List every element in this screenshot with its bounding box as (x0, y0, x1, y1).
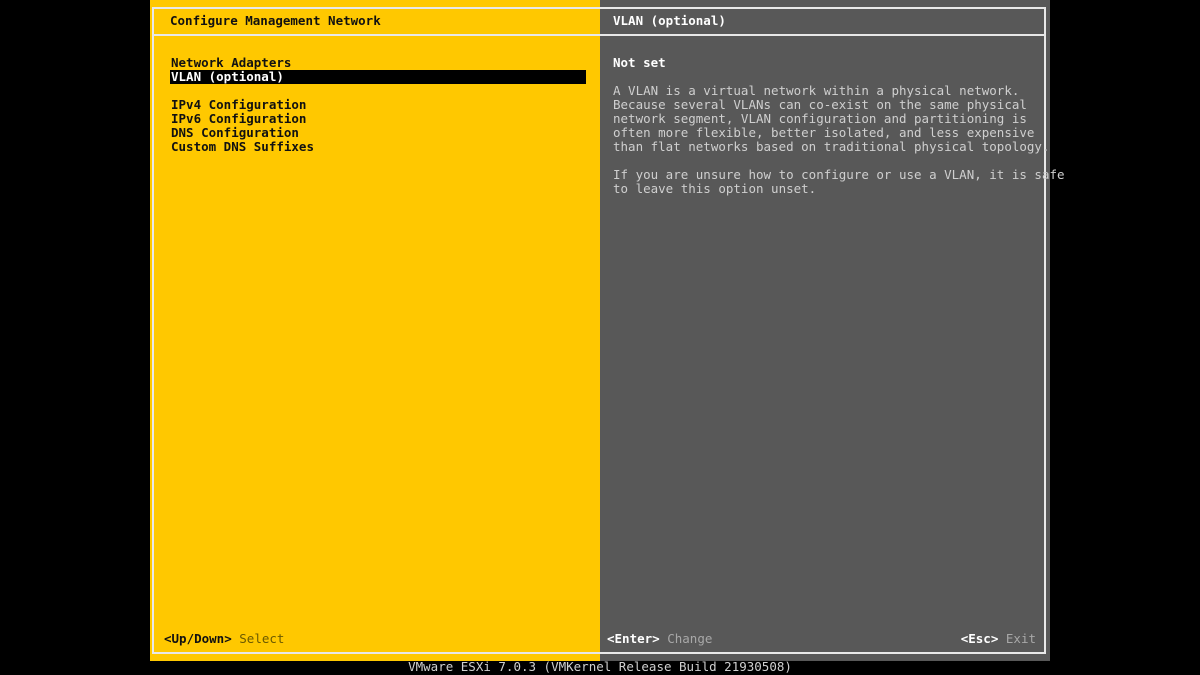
menu-item-dns-configuration[interactable]: DNS Configuration (170, 126, 586, 140)
footer-exit-hint[interactable]: <Esc> Exit (961, 632, 1036, 646)
vlan-description: A VLAN is a virtual network within a phy… (613, 83, 1065, 210)
menu-item-network-adapters[interactable]: Network Adapters (170, 56, 586, 70)
config-menu: Network Adapters VLAN (optional) IPv4 Co… (170, 56, 586, 154)
menu-spacer (170, 84, 586, 98)
page-title: Configure Management Network (170, 13, 381, 28)
dcui-screen: Configure Management Network VLAN (optio… (150, 0, 1065, 661)
detail-title: VLAN (optional) (613, 13, 726, 28)
description-paragraph: If you are unsure how to configure or us… (613, 167, 1065, 196)
footer-select-hint: <Up/Down> Select (164, 632, 284, 646)
footer-action: Exit (1005, 631, 1036, 646)
footer-change-hint[interactable]: <Enter> Change (607, 632, 712, 646)
version-status-bar: VMware ESXi 7.0.3 (VMKernel Release Buil… (408, 659, 792, 674)
footer-action: Change (667, 631, 713, 646)
vlan-status: Not set (613, 55, 666, 70)
menu-item-ipv6-configuration[interactable]: IPv6 Configuration (170, 112, 586, 126)
footer-key: <Up/Down> (164, 631, 232, 646)
description-paragraph: A VLAN is a virtual network within a phy… (613, 83, 1050, 154)
menu-item-ipv4-configuration[interactable]: IPv4 Configuration (170, 98, 586, 112)
footer-action: Select (239, 631, 285, 646)
menu-item-vlan[interactable]: VLAN (optional) (170, 70, 586, 84)
footer-key: <Enter> (607, 631, 660, 646)
menu-item-custom-dns-suffixes[interactable]: Custom DNS Suffixes (170, 140, 586, 154)
footer-key: <Esc> (960, 631, 999, 646)
